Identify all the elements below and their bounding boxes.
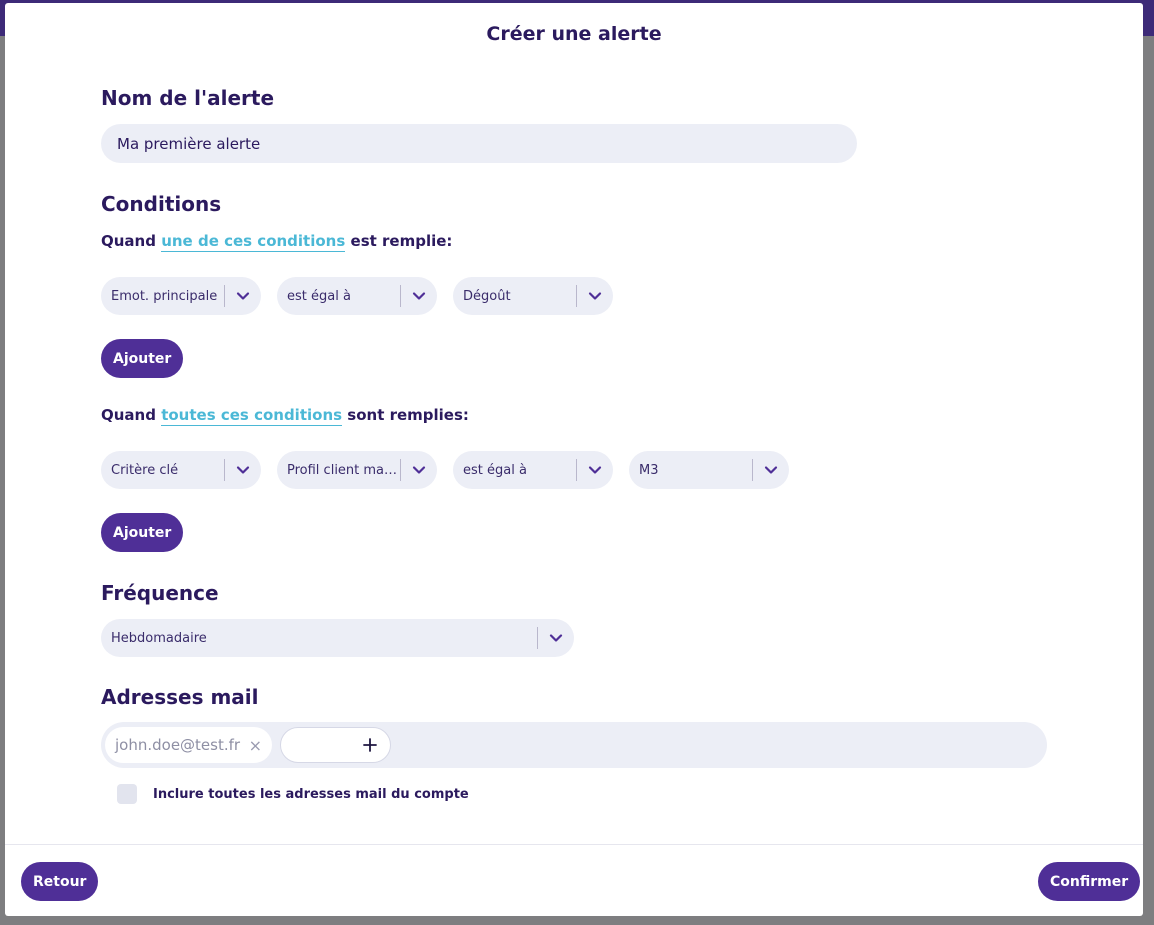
condition-any-prefix: Quand <box>101 232 156 250</box>
condition-all-subfield-select[interactable]: Profil client maga... <box>277 451 437 489</box>
email-tags-input[interactable]: john.doe@test.fr × <box>101 722 1047 768</box>
condition-all-suffix: sont remplies: <box>347 406 469 424</box>
condition-any-operator-select[interactable]: est égal à <box>277 277 437 315</box>
chevron-down-icon <box>538 631 574 645</box>
frequency-title: Fréquence <box>101 581 219 605</box>
select-value: Critère clé <box>111 462 179 478</box>
condition-any-value-select[interactable]: Dégoût <box>453 277 613 315</box>
add-email-button[interactable] <box>280 727 391 763</box>
frequency-select[interactable]: Hebdomadaire <box>101 619 574 657</box>
select-value: Dégoût <box>463 288 511 304</box>
conditions-title: Conditions <box>101 192 222 216</box>
condition-all-line: Quand toutes ces conditions sont remplie… <box>101 406 469 426</box>
alert-name-input[interactable] <box>101 124 857 163</box>
condition-any-suffix: est remplie: <box>350 232 453 250</box>
condition-all-operator-select[interactable]: est égal à <box>453 451 613 489</box>
add-condition-any-button[interactable]: Ajouter <box>101 339 184 378</box>
footer-divider <box>5 844 1143 845</box>
select-value: est égal à <box>287 288 351 304</box>
back-button[interactable]: Retour <box>21 862 99 901</box>
condition-any-line: Quand une de ces conditions est remplie: <box>101 232 453 252</box>
chevron-down-icon <box>401 463 437 477</box>
select-value: Profil client maga... <box>287 462 400 478</box>
condition-all-field-select[interactable]: Critère clé <box>101 451 261 489</box>
email-chip: john.doe@test.fr × <box>105 727 272 763</box>
plus-icon <box>363 738 377 752</box>
confirm-button[interactable]: Confirmer <box>1038 862 1141 901</box>
email-chip-text: john.doe@test.fr <box>115 736 241 754</box>
chevron-down-icon <box>225 463 261 477</box>
chevron-down-icon <box>753 463 789 477</box>
chevron-down-icon <box>225 289 261 303</box>
condition-all-value-select[interactable]: M3 <box>629 451 789 489</box>
emails-title: Adresses mail <box>101 685 259 709</box>
select-value: Hebdomadaire <box>111 630 207 646</box>
chevron-down-icon <box>577 463 613 477</box>
select-value: M3 <box>639 462 659 478</box>
alert-name-title: Nom de l'alerte <box>101 86 275 110</box>
include-all-emails-checkbox[interactable] <box>117 784 137 804</box>
condition-all-mode-link[interactable]: toutes ces conditions <box>161 406 343 426</box>
add-condition-all-button[interactable]: Ajouter <box>101 513 184 552</box>
close-icon[interactable]: × <box>249 736 262 755</box>
include-all-emails-label: Inclure toutes les adresses mail du comp… <box>153 787 469 802</box>
chevron-down-icon <box>577 289 613 303</box>
select-value: est égal à <box>463 462 527 478</box>
create-alert-modal: Créer une alerte Nom de l'alerte Conditi… <box>5 3 1143 916</box>
chevron-down-icon <box>401 289 437 303</box>
condition-any-mode-link[interactable]: une de ces conditions <box>161 232 346 252</box>
modal-title: Créer une alerte <box>486 23 662 45</box>
condition-any-field-select[interactable]: Emot. principale <box>101 277 261 315</box>
select-value: Emot. principale <box>111 288 218 304</box>
condition-all-prefix: Quand <box>101 406 156 424</box>
